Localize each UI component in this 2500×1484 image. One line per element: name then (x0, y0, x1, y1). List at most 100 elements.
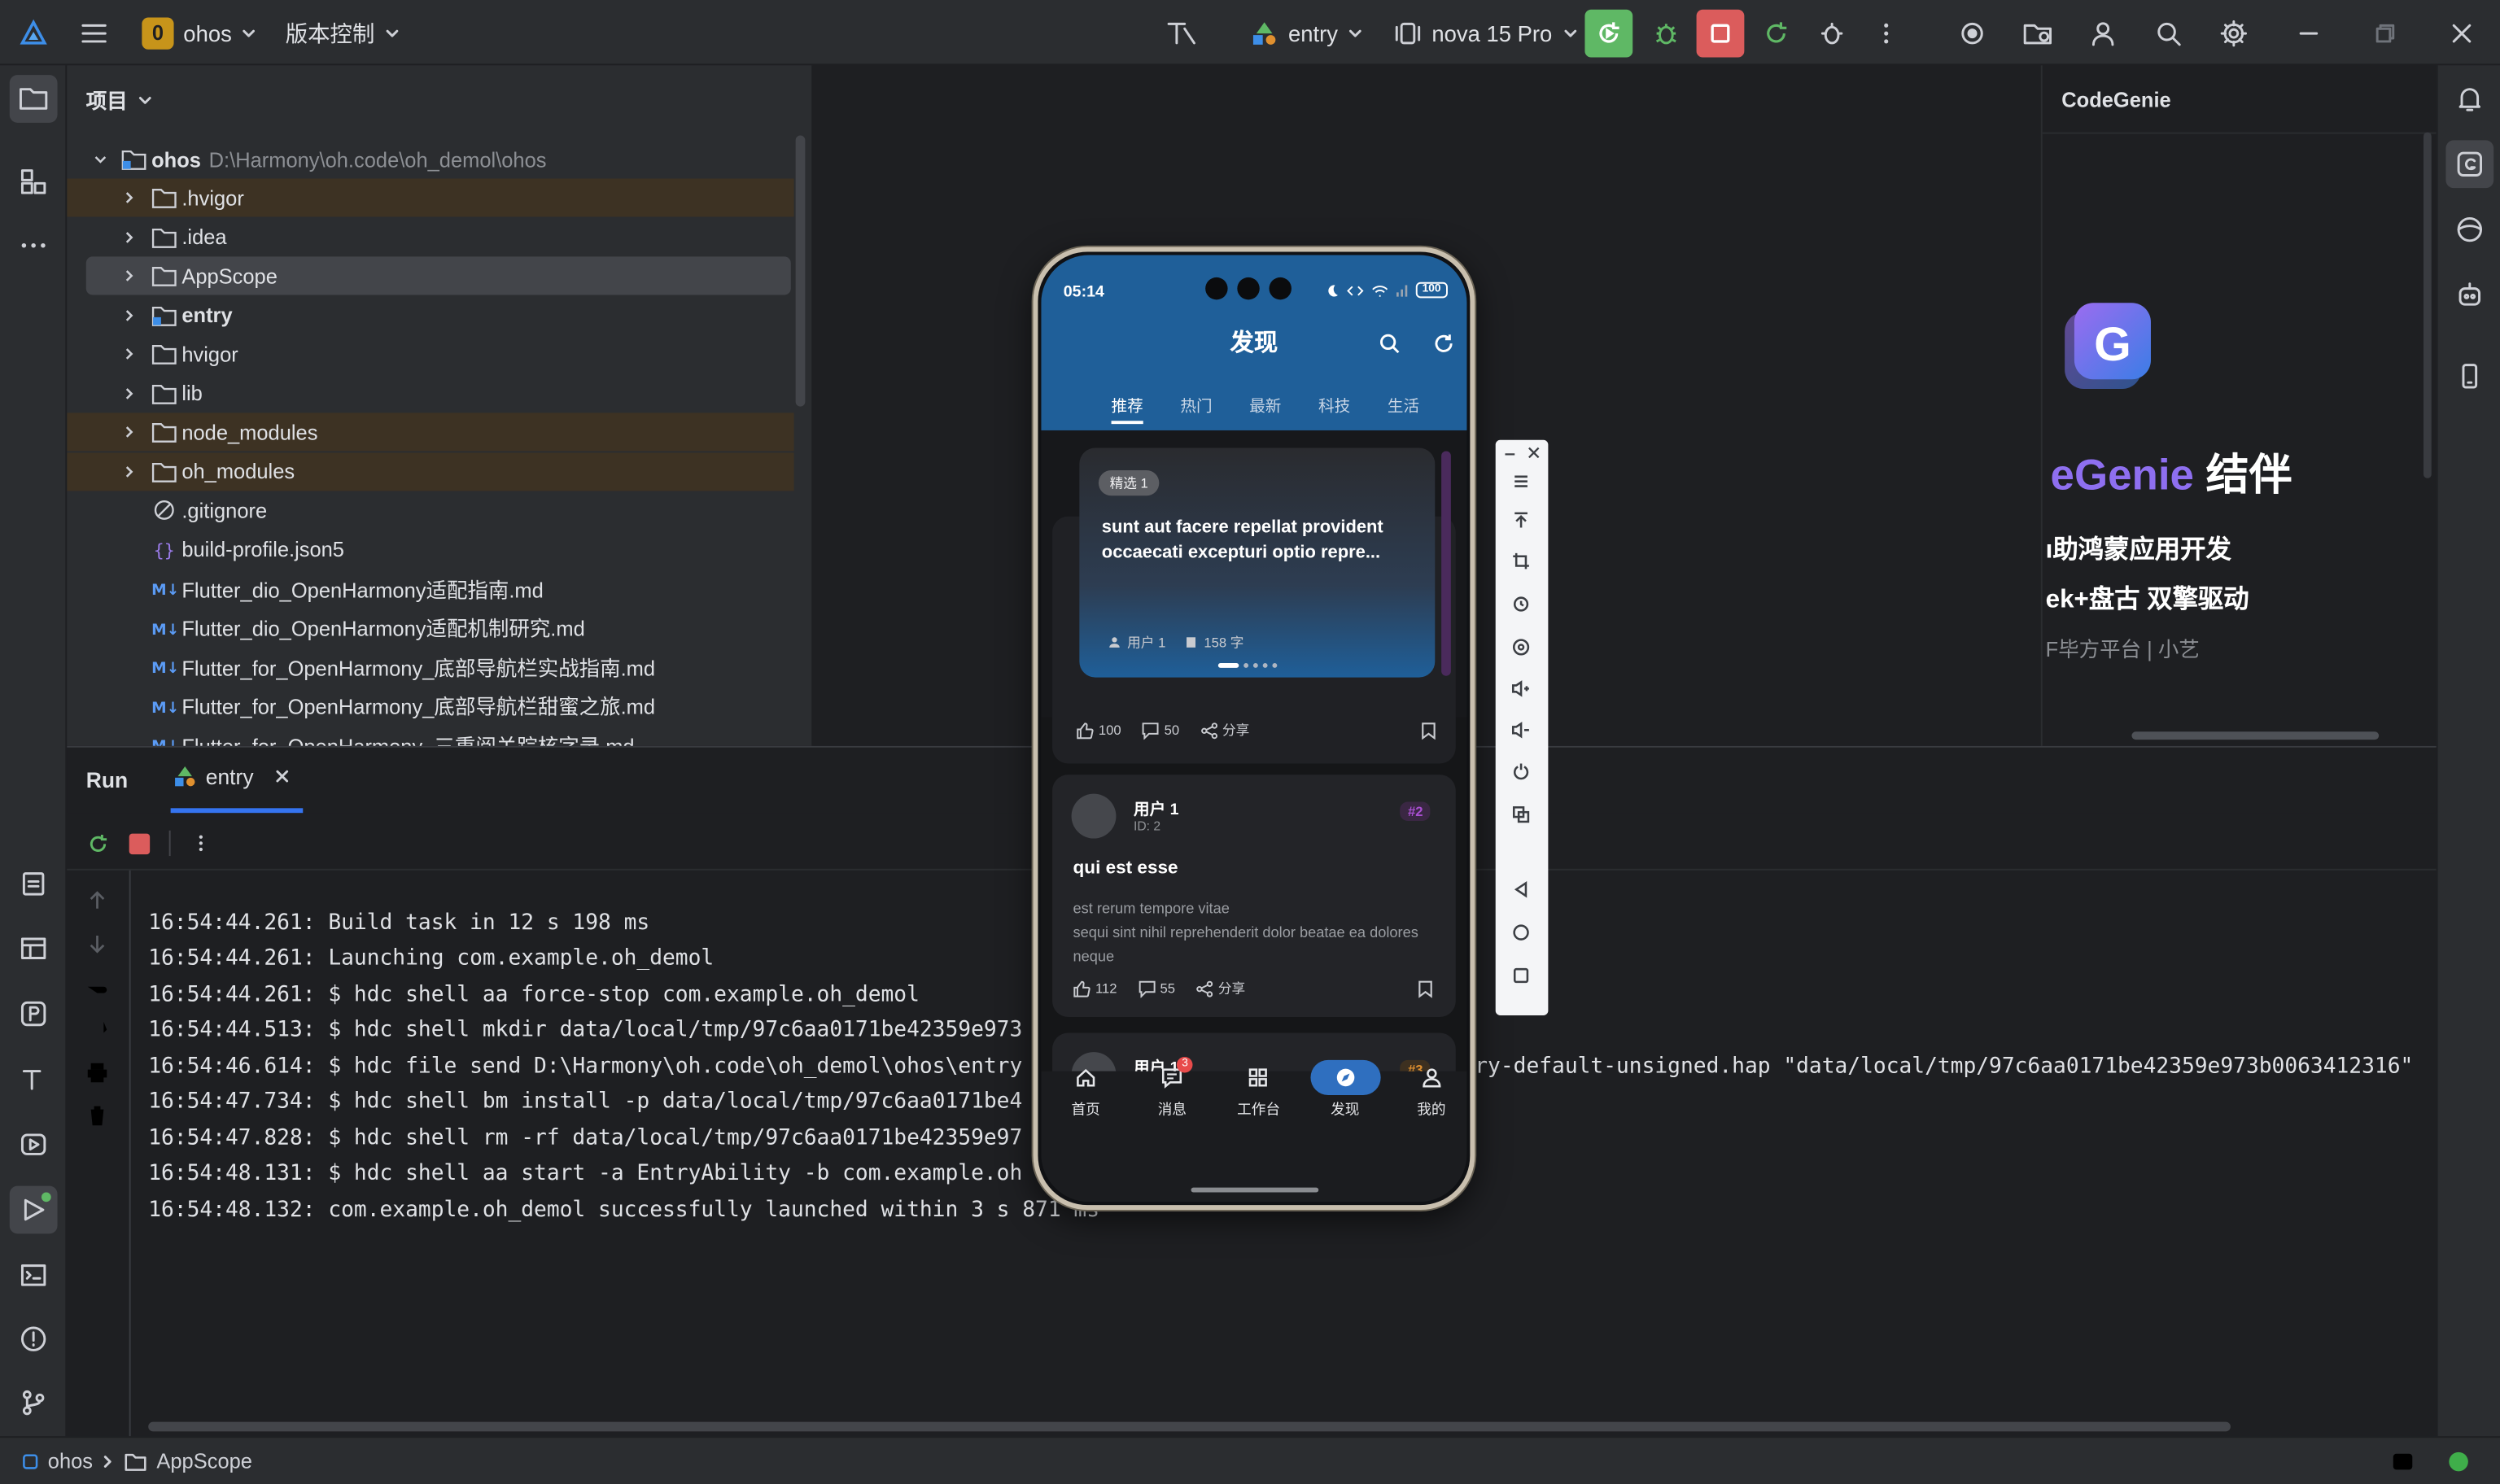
tree-item[interactable]: M↓ Flutter_for_OpenHarmony_三重阅关踪核字录.md (67, 725, 793, 746)
problems-tool-button[interactable] (10, 1315, 58, 1363)
more-actions-button[interactable] (1862, 10, 1910, 58)
power-icon[interactable] (1508, 759, 1533, 784)
home-button-icon[interactable] (1508, 919, 1533, 945)
open-folder-button[interactable] (2013, 10, 2061, 58)
bookmark-icon[interactable] (1418, 980, 1434, 998)
codegenie-hscroll[interactable] (2131, 731, 2380, 740)
close-window-button[interactable] (2438, 10, 2486, 58)
chevron-right-icon[interactable] (121, 268, 138, 284)
category-tab[interactable]: 热门 (1168, 392, 1226, 417)
debug-button[interactable] (1642, 10, 1690, 58)
nav-tab[interactable]: 发现 (1309, 1059, 1380, 1119)
notifications-button[interactable] (2445, 75, 2493, 123)
more-vertical-icon[interactable] (190, 832, 212, 854)
banner-dot[interactable] (1272, 663, 1278, 668)
chevron-right-icon[interactable] (121, 346, 138, 362)
comment-icon[interactable] (1138, 980, 1156, 997)
services-tool-button[interactable] (10, 1120, 58, 1168)
codegenie-tool-button[interactable] (2445, 140, 2494, 189)
banner-dot[interactable] (1252, 663, 1258, 668)
category-tab[interactable]: 最新 (1237, 392, 1295, 417)
tree-item[interactable]: node_modules (67, 412, 794, 452)
project-scrollbar[interactable] (795, 135, 806, 407)
apply-changes-button[interactable] (1752, 10, 1800, 58)
assistant-tool-button[interactable] (2445, 271, 2493, 319)
profiler-tool-button[interactable] (10, 990, 58, 1038)
home-indicator[interactable] (1191, 1187, 1319, 1193)
share-icon[interactable] (1195, 980, 1213, 997)
like-icon[interactable] (1076, 722, 1094, 740)
tree-item[interactable]: M↓ Flutter_for_OpenHarmony_底部导航栏甜蜜之旅.md (67, 686, 793, 724)
volume-up-icon[interactable] (1508, 676, 1533, 701)
featured-banner[interactable]: 精选 1 sunt aut facere repellat provident … (1079, 447, 1436, 678)
codegenie-vscroll[interactable] (2423, 132, 2432, 478)
close-icon[interactable] (1528, 447, 1541, 460)
close-tab-icon[interactable] (274, 768, 291, 784)
nav-tab[interactable]: 工作台 (1226, 1060, 1290, 1119)
like-icon[interactable] (1073, 980, 1091, 997)
minimize-button[interactable] (2285, 10, 2333, 58)
browser-tool-button[interactable] (2445, 206, 2493, 254)
project-selector[interactable]: 0 ohos (142, 0, 257, 65)
git-tool-button[interactable] (10, 1379, 58, 1427)
tree-item[interactable]: AppScope (85, 256, 791, 295)
tree-item[interactable]: .hvigor (67, 178, 794, 217)
vcs-menu[interactable]: 版本控制 (286, 0, 400, 65)
category-tab[interactable]: 生活 (1375, 392, 1432, 417)
chevron-right-icon[interactable] (121, 385, 138, 401)
run-tab-entry[interactable]: entry (173, 763, 291, 788)
run-tool-button[interactable] (9, 1185, 58, 1234)
tree-item[interactable]: hvigor (67, 334, 793, 373)
nav-tab[interactable]: 我的 (1400, 1060, 1463, 1119)
more-tools-button[interactable] (10, 221, 58, 269)
category-tab[interactable]: 推荐 (1099, 392, 1156, 417)
device-selector[interactable]: nova 15 Pro (1393, 0, 1577, 65)
chevron-right-icon[interactable] (121, 463, 138, 479)
recents-icon[interactable] (1508, 962, 1533, 988)
run-config-selector[interactable]: entry (1250, 0, 1363, 65)
build-tool-button[interactable] (10, 1055, 58, 1103)
tree-item[interactable]: entry (67, 295, 793, 334)
multi-window-icon[interactable] (1508, 801, 1533, 827)
chevron-right-icon[interactable] (121, 307, 138, 323)
tree-root[interactable]: ohos D:\Harmony\oh.code\oh_demol\ohos (67, 140, 793, 178)
main-menu-icon[interactable] (80, 0, 108, 65)
tree-item[interactable]: M↓ Flutter_dio_OpenHarmony适配机制研究.md (67, 608, 793, 646)
project-view-selector[interactable]: 项目 (86, 85, 153, 115)
breadcrumb-item[interactable]: ohos (48, 1449, 93, 1473)
category-tab[interactable]: 科技 (1305, 392, 1363, 417)
pin-top-icon[interactable] (1508, 507, 1533, 532)
project-tool-button[interactable] (9, 75, 58, 123)
tree-item[interactable]: M↓ Flutter_for_OpenHarmony_底部导航栏实战指南.md (67, 647, 793, 685)
structure-tool-button[interactable] (10, 158, 58, 206)
app-logo-icon[interactable] (20, 0, 48, 65)
tree-item[interactable]: oh_modules (67, 452, 794, 491)
nav-tab[interactable]: 首页 (1054, 1060, 1117, 1119)
screenshot-crop-icon[interactable] (1508, 548, 1533, 574)
back-icon[interactable] (1508, 877, 1533, 902)
codegenie-button[interactable] (1948, 10, 1996, 58)
build-hammer-icon[interactable] (1164, 0, 1199, 65)
attach-debugger-button[interactable] (1808, 10, 1856, 58)
banner-pagination[interactable] (1217, 663, 1278, 668)
tree-item[interactable]: M↓ Flutter_dio_OpenHarmony适配指南.md (67, 569, 793, 607)
menu-icon[interactable] (1508, 469, 1533, 494)
device-manager-button[interactable] (2445, 352, 2493, 400)
chevron-right-icon[interactable] (121, 190, 138, 206)
tree-item[interactable]: .gitignore (67, 491, 793, 529)
run-tab-title[interactable]: Run (86, 768, 128, 792)
no-eye-icon[interactable] (2390, 1449, 2415, 1474)
restore-button[interactable] (2362, 10, 2410, 58)
post-card[interactable]: 用户 1 ID: 2 #2 qui est esse est rerum tem… (1052, 775, 1456, 1017)
console-hscroll[interactable] (148, 1421, 2231, 1432)
search-icon[interactable] (1379, 333, 1400, 354)
phone-emulator[interactable]: 05:14 100 发现 推荐 热门 最新 科技 生活 精选 1 sunt au… (1033, 247, 1475, 1211)
bookmark-icon[interactable] (1421, 722, 1437, 740)
banner-dot[interactable] (1217, 663, 1239, 668)
banner-dot[interactable] (1262, 663, 1268, 668)
chevron-right-icon[interactable] (121, 424, 138, 440)
record-icon[interactable] (1508, 635, 1533, 660)
rotate-icon[interactable] (1508, 591, 1533, 617)
rerun-icon[interactable] (86, 831, 110, 855)
chevron-right-icon[interactable] (121, 229, 138, 245)
